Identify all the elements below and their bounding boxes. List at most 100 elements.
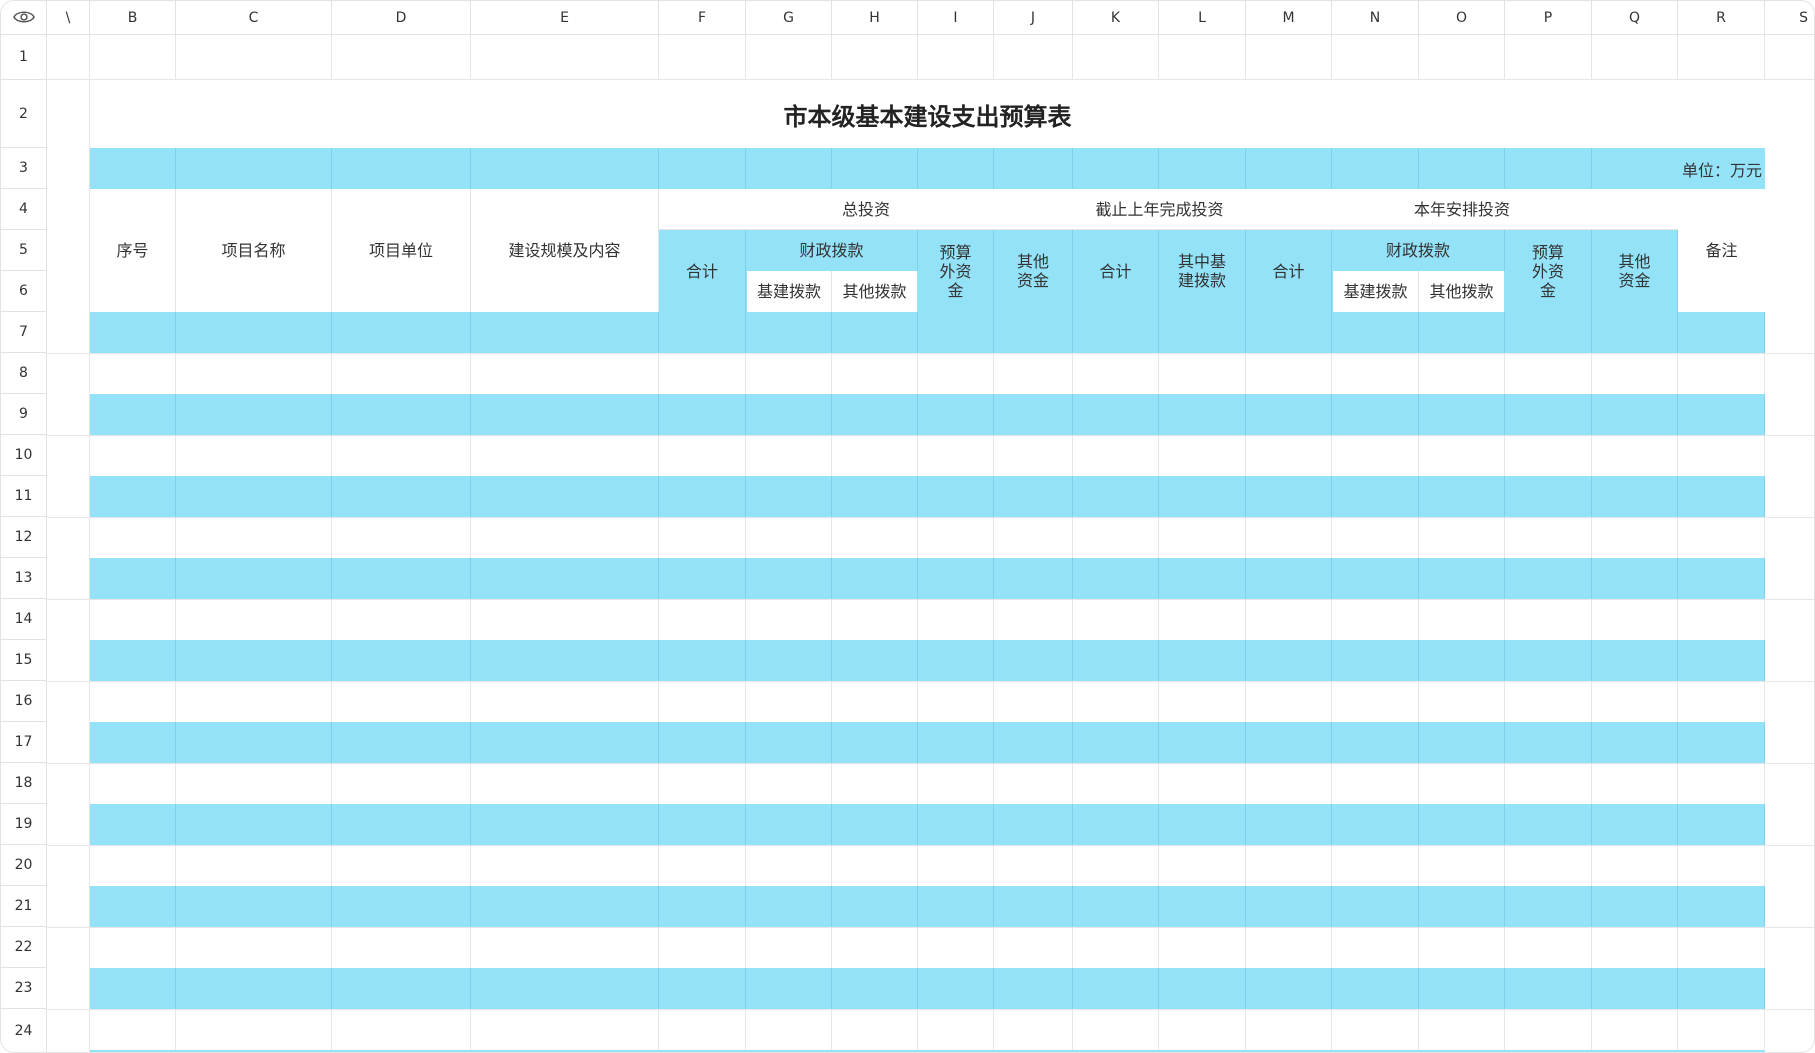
row-header-17[interactable]: 17 [1, 722, 47, 763]
table-cell[interactable] [471, 886, 659, 927]
table-cell[interactable] [1419, 804, 1505, 845]
table-cell[interactable] [1592, 640, 1678, 681]
table-cell[interactable] [1246, 886, 1332, 927]
table-cell[interactable] [1678, 886, 1765, 927]
column-header-k[interactable]: K [1073, 1, 1159, 35]
table-cell[interactable] [176, 558, 332, 599]
table-cell[interactable] [1505, 886, 1592, 927]
table-cell[interactable] [176, 804, 332, 845]
table-cell[interactable] [1332, 476, 1419, 517]
row-header-8[interactable]: 8 [1, 353, 47, 394]
table-row[interactable] [90, 886, 1765, 927]
table-cell[interactable] [1592, 312, 1678, 353]
table-cell[interactable] [1505, 722, 1592, 763]
table-cell[interactable] [1073, 804, 1159, 845]
table-cell[interactable] [1332, 804, 1419, 845]
table-cell[interactable] [918, 476, 994, 517]
table-cell[interactable] [1505, 476, 1592, 517]
table-cell[interactable] [1505, 968, 1592, 1009]
table-cell[interactable] [918, 394, 994, 435]
table-cell[interactable] [1073, 476, 1159, 517]
table-row[interactable] [90, 640, 1765, 681]
table-cell[interactable] [90, 394, 176, 435]
table-cell[interactable] [918, 558, 994, 599]
table-cell[interactable] [1073, 968, 1159, 1009]
column-header-d[interactable]: D [332, 1, 471, 35]
table-cell[interactable] [832, 804, 918, 845]
row-header-24[interactable]: 24 [1, 1009, 47, 1052]
row-header-6[interactable]: 6 [1, 271, 47, 312]
table-cell[interactable] [1678, 312, 1765, 353]
table-cell[interactable] [176, 886, 332, 927]
table-cell[interactable] [659, 312, 746, 353]
table-cell[interactable] [659, 804, 746, 845]
table-cell[interactable] [918, 804, 994, 845]
table-cell[interactable] [1678, 476, 1765, 517]
table-cell[interactable] [1073, 640, 1159, 681]
row-header-1[interactable]: 1 [1, 35, 47, 80]
column-header-e[interactable]: E [471, 1, 659, 35]
table-cell[interactable] [471, 558, 659, 599]
table-cell[interactable] [746, 394, 832, 435]
table-cell[interactable] [1419, 558, 1505, 599]
table-row[interactable] [90, 476, 1765, 517]
table-row[interactable] [90, 558, 1765, 599]
row-header-22[interactable]: 22 [1, 927, 47, 968]
table-cell[interactable] [1246, 968, 1332, 1009]
table-cell[interactable] [332, 476, 471, 517]
table-cell[interactable] [1678, 968, 1765, 1009]
table-cell[interactable] [1505, 558, 1592, 599]
table-cell[interactable] [1419, 312, 1505, 353]
row-header-15[interactable]: 15 [1, 640, 47, 681]
table-cell[interactable] [832, 476, 918, 517]
row-header-10[interactable]: 10 [1, 435, 47, 476]
row-header-7[interactable]: 7 [1, 312, 47, 353]
table-cell[interactable] [746, 312, 832, 353]
table-cell[interactable] [1246, 394, 1332, 435]
table-cell[interactable] [90, 312, 176, 353]
column-header-q[interactable]: Q [1592, 1, 1678, 35]
row-header-23[interactable]: 23 [1, 968, 47, 1009]
table-cell[interactable] [1419, 722, 1505, 763]
table-cell[interactable] [746, 804, 832, 845]
table-cell[interactable] [471, 640, 659, 681]
table-cell[interactable] [1592, 886, 1678, 927]
table-cell[interactable] [1419, 968, 1505, 1009]
table-cell[interactable] [1246, 312, 1332, 353]
table-cell[interactable] [746, 558, 832, 599]
table-cell[interactable] [1073, 886, 1159, 927]
row-header-12[interactable]: 12 [1, 517, 47, 558]
column-header-j[interactable]: J [994, 1, 1073, 35]
table-cell[interactable] [176, 722, 332, 763]
table-cell[interactable] [332, 886, 471, 927]
table-cell[interactable] [1159, 886, 1246, 927]
table-cell[interactable] [1592, 968, 1678, 1009]
table-cell[interactable] [1592, 476, 1678, 517]
table-cell[interactable] [1678, 558, 1765, 599]
table-cell[interactable] [90, 722, 176, 763]
column-header-h[interactable]: H [832, 1, 918, 35]
table-cell[interactable] [1419, 640, 1505, 681]
table-cell[interactable] [176, 312, 332, 353]
table-cell[interactable] [659, 640, 746, 681]
table-cell[interactable] [1159, 558, 1246, 599]
column-header-m[interactable]: M [1246, 1, 1332, 35]
row-header-2[interactable]: 2 [1, 80, 47, 148]
table-cell[interactable] [471, 476, 659, 517]
column-header-a[interactable]: \ [47, 1, 90, 35]
row-header-21[interactable]: 21 [1, 886, 47, 927]
table-cell[interactable] [1592, 722, 1678, 763]
table-cell[interactable] [1678, 804, 1765, 845]
table-cell[interactable] [832, 968, 918, 1009]
table-cell[interactable] [994, 804, 1073, 845]
table-cell[interactable] [1505, 312, 1592, 353]
table-cell[interactable] [832, 886, 918, 927]
table-cell[interactable] [471, 804, 659, 845]
table-cell[interactable] [1678, 722, 1765, 763]
table-cell[interactable] [918, 968, 994, 1009]
table-row[interactable] [90, 968, 1765, 1009]
table-cell[interactable] [994, 886, 1073, 927]
table-cell[interactable] [332, 640, 471, 681]
table-cell[interactable] [1678, 394, 1765, 435]
table-cell[interactable] [1419, 886, 1505, 927]
